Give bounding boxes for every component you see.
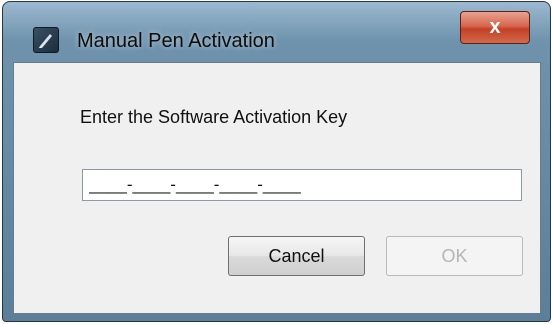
ok-button[interactable]: OK xyxy=(386,236,523,276)
dialog-window: Manual Pen Activation x Enter the Softwa… xyxy=(2,1,551,322)
close-button[interactable]: x xyxy=(460,11,530,44)
activation-key-label: Enter the Software Activation Key xyxy=(80,107,348,127)
pen-icon xyxy=(33,27,59,53)
activation-key-input[interactable] xyxy=(82,169,522,201)
dialog-body: Enter the Software Activation Key Cancel… xyxy=(13,62,541,314)
title-bar[interactable]: Manual Pen Activation x xyxy=(3,2,550,62)
close-icon: x xyxy=(489,16,501,38)
dialog-title: Manual Pen Activation xyxy=(77,30,275,52)
cancel-button[interactable]: Cancel xyxy=(228,236,365,276)
